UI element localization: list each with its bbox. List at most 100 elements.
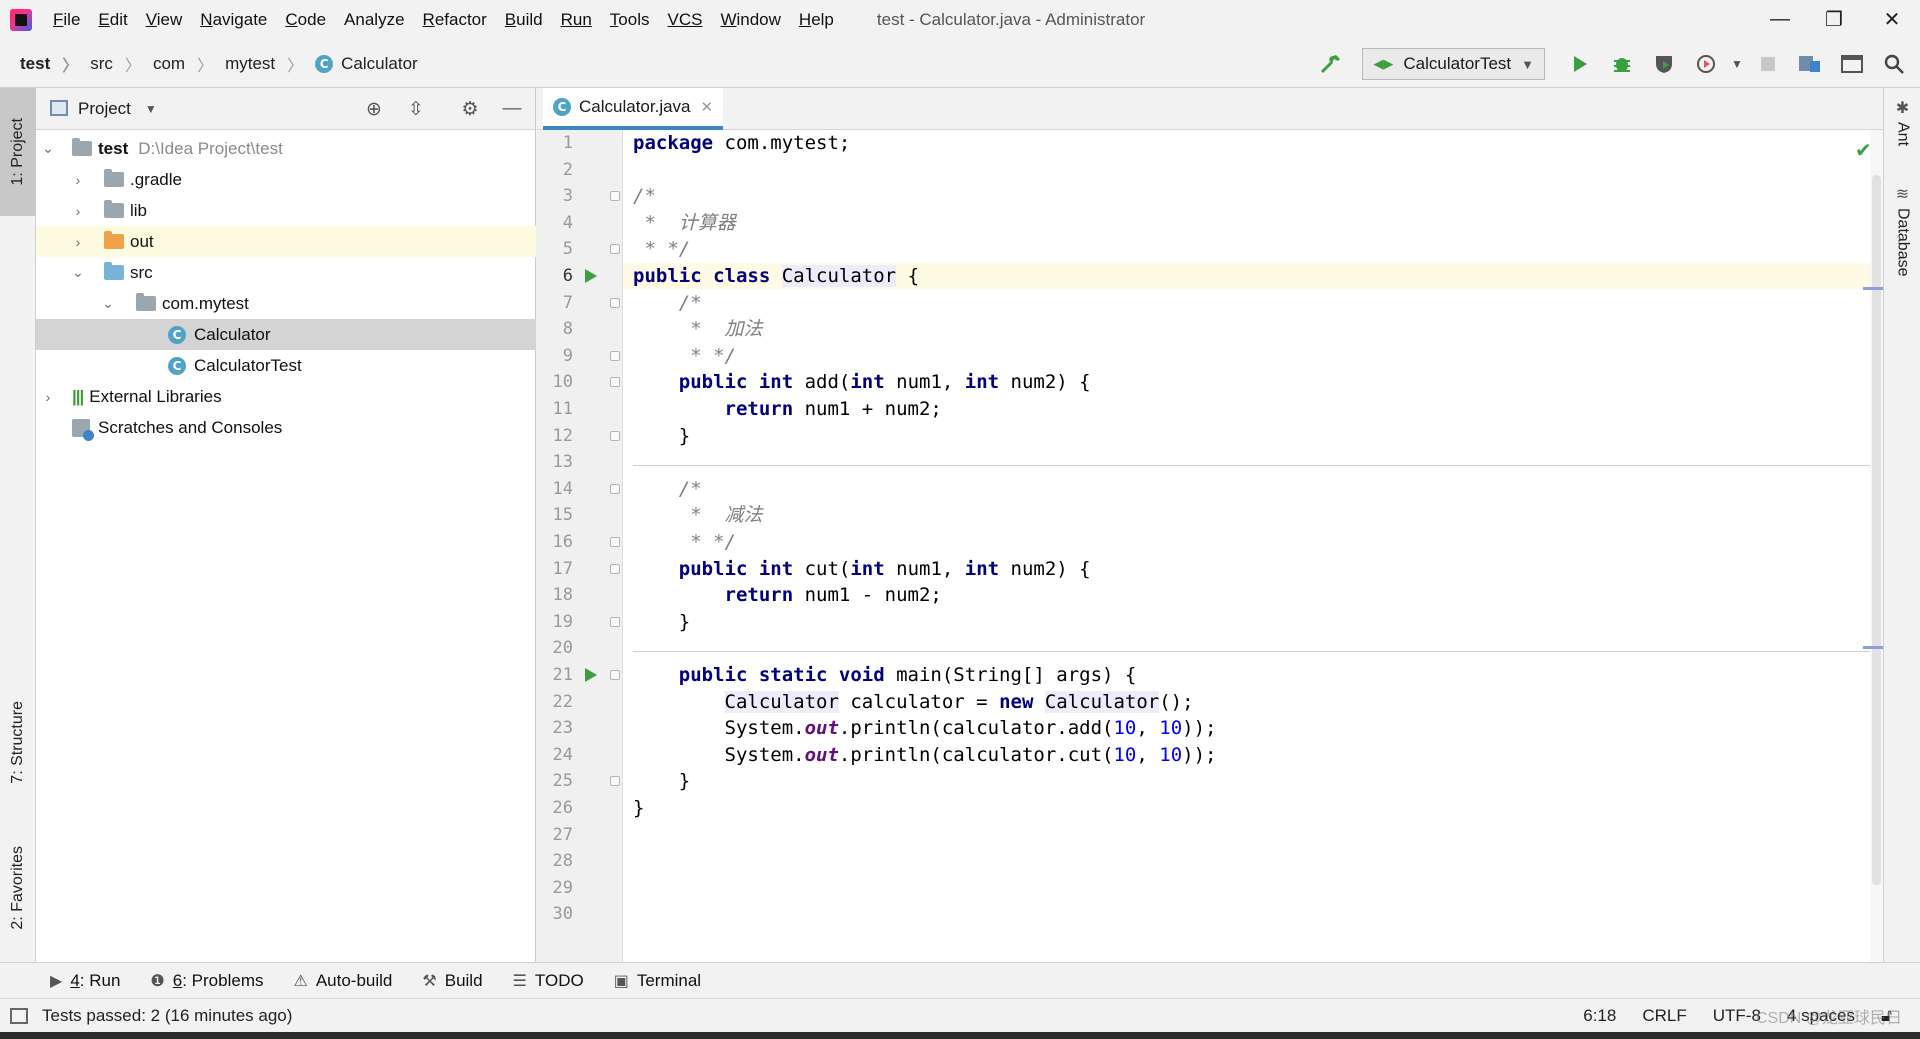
stop-button[interactable]: [1750, 46, 1786, 82]
code-editor[interactable]: package com.mytest;/* * 计算器 * */public c…: [623, 130, 1883, 962]
tree-item-gradle[interactable]: › .gradle: [36, 164, 536, 195]
fold-marker-icon[interactable]: [610, 377, 620, 388]
breadcrumb-calculator[interactable]: C Calculator: [311, 54, 426, 74]
scrollbar-thumb[interactable]: [1872, 175, 1881, 885]
breadcrumb-src[interactable]: src 〉: [86, 52, 149, 76]
run-button[interactable]: [1562, 46, 1598, 82]
restore-button[interactable]: ❐: [1806, 0, 1862, 38]
fold-marker-icon[interactable]: [610, 537, 620, 547]
menu-navigate[interactable]: Navigate: [191, 10, 276, 30]
chevron-right-icon: ›: [75, 171, 81, 188]
error-stripe-mark[interactable]: [1863, 287, 1883, 290]
menu-vcs[interactable]: VCS: [658, 10, 711, 30]
breadcrumb-project[interactable]: test 〉: [0, 52, 86, 76]
project-structure-button[interactable]: [1792, 46, 1828, 82]
more-run-options-dropdown[interactable]: ▼: [1730, 46, 1744, 82]
problems-tool-button[interactable]: ❶6: Problems: [150, 971, 263, 991]
fold-marker-icon[interactable]: [610, 563, 620, 574]
fold-marker-icon[interactable]: [610, 191, 620, 202]
toggle-window-button[interactable]: [1834, 46, 1870, 82]
line-number: 1: [562, 133, 573, 153]
run-with-coverage-button[interactable]: [1646, 46, 1682, 82]
menu-edit[interactable]: Edit: [89, 10, 136, 30]
profiler-icon: [1697, 55, 1715, 73]
fold-marker-icon[interactable]: [610, 616, 620, 627]
status-message[interactable]: Tests passed: 2 (16 minutes ago): [42, 1006, 292, 1026]
menu-file[interactable]: File: [44, 10, 89, 30]
locate-file-icon[interactable]: ⊕: [360, 96, 388, 122]
line-number: 12: [552, 425, 573, 446]
line-separator[interactable]: CRLF: [1642, 1006, 1686, 1026]
editor-gutter[interactable]: 1 2 3 4 5 6 7 8 9 10 11 12 13 14 15 16 17 18 19 20 21 22 23 24 2…: [537, 130, 623, 962]
database-tool-button[interactable]: ≋ Database: [1884, 184, 1920, 277]
tree-item-root[interactable]: ⌄ test D:\Idea Project\test: [36, 133, 536, 164]
keyword-token: package: [633, 132, 714, 154]
minimize-button[interactable]: —: [1752, 0, 1808, 38]
debug-button[interactable]: [1604, 46, 1640, 82]
editor-scrollbar[interactable]: [1870, 130, 1883, 962]
menu-window[interactable]: Window: [711, 10, 789, 30]
navigation-bar: test 〉 src 〉 com 〉 mytest 〉 C Calculator ◀▶ C…: [0, 40, 1920, 88]
menu-tools[interactable]: Tools: [601, 10, 659, 30]
tree-item-calculatortest[interactable]: C CalculatorTest: [36, 350, 536, 381]
tree-item-out[interactable]: › out: [36, 226, 536, 257]
build-tool-button[interactable]: ⚒ Build: [422, 971, 482, 991]
run-tool-button[interactable]: ▶ 4: Run: [50, 971, 120, 991]
run-gutter-icon[interactable]: [585, 668, 597, 682]
collapse-all-icon[interactable]: ⇳: [402, 96, 430, 122]
breadcrumb-mytest[interactable]: mytest 〉: [221, 52, 311, 76]
project-tool-button[interactable]: 1: Project: [0, 88, 36, 216]
gear-icon[interactable]: ⚙: [456, 96, 484, 122]
tree-item-lib[interactable]: › lib: [36, 195, 536, 226]
fold-marker-icon[interactable]: [610, 350, 620, 361]
fold-marker-icon[interactable]: [610, 430, 620, 441]
menu-view[interactable]: View: [137, 10, 192, 30]
structure-tool-button[interactable]: 7: Structure: [0, 682, 36, 802]
line-number: 3: [562, 186, 573, 207]
favorites-tool-button[interactable]: 2: Favorites: [0, 830, 36, 946]
tab-calculator-java[interactable]: C Calculator.java ✕: [543, 88, 724, 130]
ant-tool-button[interactable]: ✱ Ant: [1884, 98, 1920, 146]
breadcrumb-com[interactable]: com 〉: [149, 52, 221, 76]
line-number: 6: [562, 266, 573, 286]
tree-item-package[interactable]: ⌄ com.mytest: [36, 288, 536, 319]
run-configuration-select[interactable]: ◀▶ CalculatorTest ▼: [1362, 48, 1545, 80]
menu-help[interactable]: Help: [790, 10, 843, 30]
code-token: ));: [1182, 743, 1217, 766]
tree-item-scratches[interactable]: Scratches and Consoles: [36, 412, 536, 443]
fold-marker-icon[interactable]: [610, 297, 620, 308]
build-hammer-button[interactable]: [1313, 46, 1349, 82]
code-line: * */: [633, 343, 736, 369]
fold-marker-icon[interactable]: [610, 776, 620, 787]
todo-tool-button[interactable]: ☰ TODO: [513, 971, 584, 991]
terminal-tool-button[interactable]: ▣ Terminal: [614, 971, 701, 991]
fold-marker-icon[interactable]: [610, 670, 620, 680]
line-number: 29: [552, 877, 573, 898]
fold-marker-icon[interactable]: [610, 483, 620, 494]
menu-code[interactable]: Code: [276, 10, 335, 30]
tool-windows-toggle-icon[interactable]: [10, 1007, 28, 1024]
tree-item-src[interactable]: ⌄ src: [36, 257, 536, 288]
menu-analyze[interactable]: Analyze: [335, 10, 413, 30]
run-gutter-icon[interactable]: [585, 269, 597, 283]
error-stripe-mark[interactable]: [1863, 646, 1883, 649]
inspection-ok-icon[interactable]: ✔: [1855, 138, 1872, 163]
close-tab-icon[interactable]: ✕: [701, 98, 714, 116]
autobuild-tool-button[interactable]: ⚠ Auto-build: [293, 971, 392, 991]
menu-run[interactable]: Run: [552, 10, 601, 30]
tree-item-calculator[interactable]: C Calculator: [36, 319, 536, 350]
project-view-selector[interactable]: Project ▼: [78, 99, 157, 119]
caret-position[interactable]: 6:18: [1583, 1006, 1616, 1026]
chevron-right-icon: 〉: [62, 57, 79, 75]
profile-button[interactable]: [1688, 46, 1724, 82]
menu-build[interactable]: Build: [496, 10, 552, 30]
search-everywhere-button[interactable]: [1876, 46, 1912, 82]
fold-marker-icon[interactable]: [610, 244, 620, 255]
tree-item-external-libraries[interactable]: › ||| External Libraries: [36, 381, 536, 412]
run-config-icon: ◀▶: [1373, 56, 1394, 71]
hide-panel-icon[interactable]: —: [498, 96, 526, 122]
file-encoding[interactable]: UTF-8: [1713, 1006, 1761, 1026]
menu-refactor[interactable]: Refactor: [414, 10, 496, 30]
close-window-button[interactable]: ✕: [1864, 0, 1920, 38]
